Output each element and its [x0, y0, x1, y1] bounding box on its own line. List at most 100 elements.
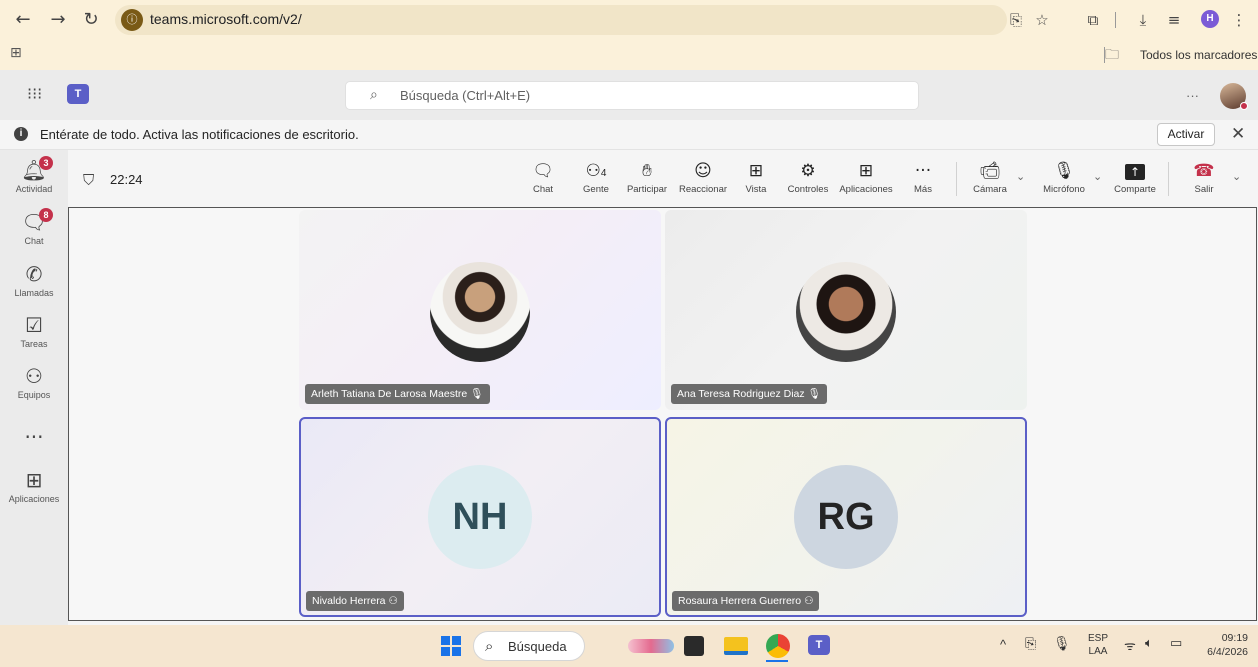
rail-item-more[interactable]: ··· [0, 425, 68, 449]
toolbar-camera[interactable]: 📹︎ Cámara [968, 160, 1012, 195]
cast-icon[interactable]: ⎘ [1005, 9, 1027, 31]
info-icon: i [14, 127, 28, 141]
mic-muted-icon: 🎙︎ [807, 388, 821, 400]
reload-icon[interactable]: ↻ [80, 9, 102, 31]
toolbar-divider [1115, 12, 1116, 28]
widget-icon[interactable] [628, 639, 674, 653]
toolbar-chat[interactable]: 🗨︎ Chat [526, 160, 560, 195]
mic-muted-icon: 🎙︎ [470, 388, 484, 400]
rail-item-tasks[interactable]: ☑ Tareas [0, 313, 68, 349]
bookmarks-bar [0, 40, 1258, 70]
shield-icon: ⛉ [83, 171, 95, 189]
rail-item-chat[interactable]: 🗨︎ Chat 8 [0, 208, 68, 246]
participant-tile[interactable]: RG Rosaura Herrera Guerrero ⚇ [665, 417, 1027, 617]
toolbar-people[interactable]: ⚇4 Gente [576, 160, 616, 195]
star-icon[interactable]: ☆ [1031, 9, 1053, 31]
more-options-icon[interactable]: ··· [1186, 88, 1199, 103]
chat-badge: 8 [39, 208, 53, 222]
url-text[interactable]: teams.microsoft.com/v2/ [150, 11, 302, 27]
extensions-icon[interactable]: ⧉ [1082, 9, 1104, 31]
more-icon: ··· [914, 161, 932, 181]
people-count: 4 [600, 168, 607, 179]
toolbar-microphone[interactable]: 🎙︎ Micrófono [1036, 160, 1092, 195]
forward-icon[interactable]: → [47, 9, 69, 31]
guest-icon: ⚇ [388, 595, 398, 607]
site-info-icon[interactable]: ⓘ [121, 9, 143, 31]
active-app-indicator [766, 660, 788, 662]
share-icon: ↑ [1108, 160, 1162, 182]
participant-nameplate: Ana Teresa Rodriguez Diaz 🎙︎ [671, 384, 827, 404]
toolbar-raise-hand[interactable]: ✋︎ Participar [624, 160, 670, 195]
mic-icon[interactable]: 🎙︎ [1053, 636, 1071, 652]
leave-options-chevron-icon[interactable]: ⌄ [1232, 170, 1241, 183]
folder-icon: 🗀 [1105, 47, 1119, 63]
more-icon: ··· [24, 425, 44, 449]
teams-icon: ⚇ [25, 364, 43, 388]
phone-icon: ✆ [25, 262, 43, 286]
windows-start-icon[interactable] [441, 636, 461, 656]
search-placeholder: Búsqueda (Ctrl+Alt+E) [400, 88, 531, 103]
activity-badge: 3 [39, 156, 53, 170]
rail-item-activity[interactable]: 🔔︎ Actividad 3 [0, 156, 68, 194]
media-icon[interactable]: ≡ [1163, 9, 1185, 31]
apps-grid-icon[interactable]: ⊞ [10, 45, 22, 61]
rail-item-teams[interactable]: ⚇ Equipos [0, 364, 68, 400]
hangup-icon: ☎ [1193, 161, 1215, 181]
participant-initials: NH [428, 465, 532, 569]
video-stage [68, 207, 1257, 621]
add-apps-icon: ⊞ [25, 468, 43, 492]
toolbar-divider-2 [1168, 162, 1169, 196]
tray-chevron-icon[interactable]: ^ [1000, 637, 1006, 652]
enable-notifications-button[interactable]: Activar [1157, 123, 1215, 146]
chrome-icon[interactable] [766, 634, 790, 658]
search-icon: ⌕ [485, 637, 494, 655]
toolbar-leave[interactable]: ☎ Salir [1184, 160, 1224, 195]
toolbar-react[interactable]: ☺ Reaccionar [676, 160, 730, 195]
toolbar-divider [956, 162, 957, 196]
mic-options-chevron-icon[interactable]: ⌄ [1093, 170, 1102, 183]
toolbar-share[interactable]: ↑ Comparte [1108, 160, 1162, 195]
toolbar-controls[interactable]: ⚙ Controles [782, 160, 834, 195]
participant-tile[interactable]: Ana Teresa Rodriguez Diaz 🎙︎ [665, 210, 1027, 410]
download-icon[interactable]: ⤓ [1132, 9, 1154, 31]
presence-status-icon [1240, 102, 1248, 110]
battery-icon[interactable]: ▭ [1170, 636, 1182, 651]
meet-now-icon[interactable]: ⎘ [1025, 636, 1036, 652]
task-view-icon[interactable] [684, 636, 704, 656]
volume-icon[interactable]: 🔈︎ [1145, 636, 1153, 651]
participant-nameplate: Rosaura Herrera Guerrero ⚇ [672, 591, 820, 611]
file-explorer-icon[interactable] [724, 637, 748, 655]
toolbar-apps[interactable]: ⊞ Aplicaciones [836, 160, 896, 195]
participant-photo [796, 262, 896, 362]
hand-icon: ✋︎ [642, 161, 652, 181]
teams-taskbar-icon[interactable]: T [808, 635, 830, 655]
add-apps-icon: ⊞ [858, 161, 874, 181]
toolbar-more[interactable]: ··· Más [906, 160, 940, 195]
controls-icon: ⚙ [800, 161, 816, 181]
participant-tile[interactable]: NH Nivaldo Herrera ⚇ [299, 417, 661, 617]
camera-options-chevron-icon[interactable]: ⌄ [1016, 170, 1025, 183]
clock[interactable]: 09:19 6/4/2026 [1196, 631, 1248, 659]
close-icon[interactable]: ✕ [1231, 124, 1245, 144]
rail-item-apps[interactable]: ⊞ Aplicaciones [0, 468, 68, 504]
rail-item-calls[interactable]: ✆ Llamadas [0, 262, 68, 298]
wifi-icon[interactable]: ᯤ [1124, 636, 1136, 654]
language-indicator[interactable]: ESP LAA [1088, 632, 1108, 658]
profile-avatar[interactable]: H [1201, 10, 1219, 28]
bell-icon: 🔔︎ [21, 158, 47, 182]
menu-icon[interactable]: ⋮ [1228, 9, 1250, 31]
app-launcher-icon[interactable]: ⁝⁝⁝ [27, 84, 42, 103]
guest-icon: ⚇ [804, 595, 814, 607]
participant-name: Ana Teresa Rodriguez Diaz [677, 388, 805, 400]
participant-name: Arleth Tatiana De Larosa Maestre [311, 388, 468, 400]
taskbar-search-text: Búsqueda [508, 639, 567, 654]
participant-nameplate: Arleth Tatiana De Larosa Maestre 🎙︎ [305, 384, 490, 404]
participant-tile[interactable]: Arleth Tatiana De Larosa Maestre 🎙︎ [299, 210, 661, 410]
emoji-icon: ☺ [694, 161, 712, 181]
toolbar-view[interactable]: ⊞ Vista [738, 160, 774, 195]
back-icon[interactable]: ← [12, 9, 34, 31]
camera-off-icon: 📹︎ [979, 161, 1001, 181]
tasks-icon: ☑ [25, 313, 43, 337]
participant-name: Nivaldo Herrera [312, 595, 386, 607]
all-bookmarks[interactable]: Todos los marcadores [1140, 48, 1257, 62]
